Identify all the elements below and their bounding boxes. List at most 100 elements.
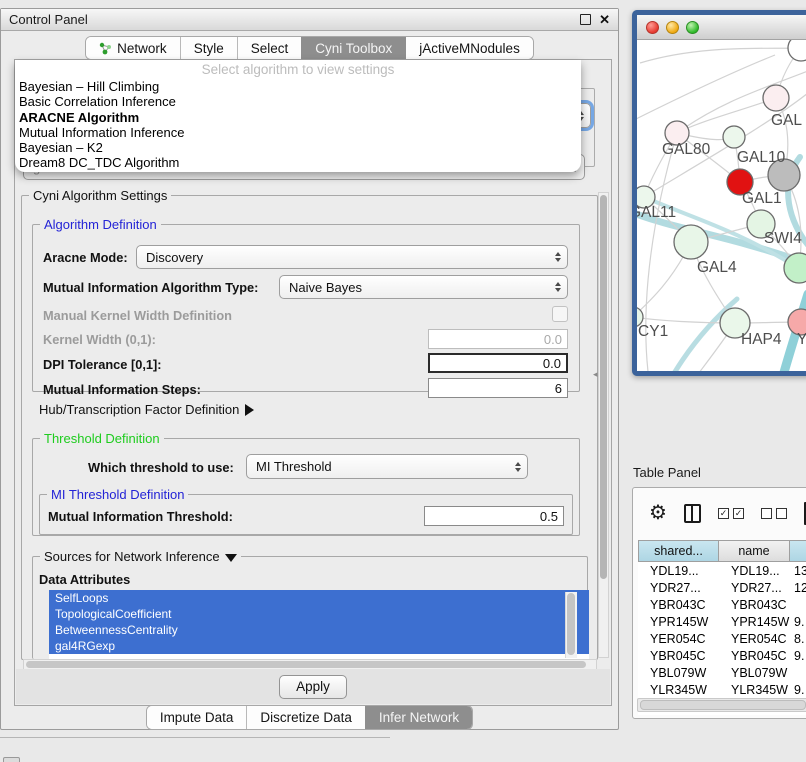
network-node-label: GAL10 — [737, 149, 786, 166]
hub-definition-toggle[interactable]: Hub/Transcription Factor Definition — [39, 402, 254, 417]
dropdown-item-bayesian-k2[interactable]: Bayesian – K2 — [15, 140, 581, 155]
kernel-width-label: Kernel Width (0,1): — [43, 332, 156, 347]
bottom-tab-discretize-data[interactable]: Discretize Data — [246, 706, 365, 729]
aracne-mode-combo[interactable]: Discovery — [136, 245, 568, 269]
data-attributes-list[interactable]: SelfLoopsTopologicalCoefficientBetweenne… — [49, 590, 589, 660]
network-node-label: GAL11 — [637, 204, 676, 221]
network-node[interactable] — [788, 40, 806, 61]
mi-threshold-definition-group: MI Threshold Definition Mutual Informati… — [39, 494, 573, 535]
manual-kernel-width-checkbox[interactable] — [552, 306, 568, 322]
settings-gear-icon[interactable]: ⚙ — [649, 503, 667, 523]
bottom-tab-impute-data[interactable]: Impute Data — [147, 706, 247, 729]
mi-steps-field[interactable] — [428, 378, 568, 398]
bottom-tab-label: Impute Data — [160, 710, 234, 725]
attribute-item-gal4rgexp[interactable]: gal4RGexp — [49, 638, 589, 654]
which-threshold-label: Which threshold to use: — [88, 460, 234, 475]
bottom-tab-label: Discretize Data — [260, 710, 352, 725]
tab-jactivemnodules[interactable]: jActiveMNodules — [405, 37, 533, 59]
float-window-icon[interactable] — [580, 14, 591, 25]
network-view-window: GALGAL80GAL10GAL11GAL1SWI4GAL4GCY1HAP4YH… — [632, 10, 806, 376]
tab-cyni-toolbox[interactable]: Cyni Toolbox — [301, 37, 405, 59]
table-row[interactable]: YER054CYER054C8. — [638, 630, 806, 647]
table-cell: YLR345W — [719, 681, 790, 698]
table-cell: YBR045C — [638, 647, 719, 664]
table-row[interactable]: YPR145WYPR145W9. — [638, 613, 806, 630]
deselect-all-checkbox-icon[interactable] — [761, 508, 787, 519]
collapsed-arrow-icon — [245, 404, 254, 416]
cyni-algorithm-settings-group: Cyni Algorithm Settings Algorithm Defini… — [21, 195, 598, 660]
sources-label-text: Sources for Network Inference — [44, 549, 220, 564]
network-node[interactable] — [674, 225, 708, 259]
table-row[interactable]: YDR27...YDR27...12 — [638, 579, 806, 596]
table-panel: ⚙ ✓✓ shared...nameA YDL19...YDL19...13YD… — [632, 487, 806, 719]
table-toolbar: ⚙ ✓✓ — [633, 488, 806, 538]
network-window-titlebar[interactable] — [637, 15, 806, 40]
column-layout-icon[interactable] — [684, 504, 701, 523]
tab-label: Cyni Toolbox — [315, 41, 392, 56]
network-node-label: GAL1 — [742, 190, 782, 207]
table-cell: 9. — [790, 681, 806, 698]
close-icon[interactable]: ✕ — [599, 15, 610, 25]
dropdown-item-mutual-information-inference[interactable]: Mutual Information Inference — [15, 125, 581, 140]
select-all-checkbox-icon[interactable]: ✓✓ — [718, 508, 744, 519]
attribute-item-selfloops[interactable]: SelfLoops — [49, 590, 589, 606]
network-node-label: GAL — [771, 112, 802, 129]
dropdown-item-dream8-dc-tdc-algorithm[interactable]: Dream8 DC_TDC Algorithm — [15, 155, 581, 170]
network-edge[interactable] — [637, 55, 775, 123]
zoom-traffic-light-icon[interactable] — [686, 21, 699, 34]
table-horizontal-scrollbar[interactable] — [637, 698, 806, 712]
network-node[interactable] — [723, 126, 745, 148]
dropdown-item-aracne-algorithm[interactable]: ARACNE Algorithm — [15, 110, 581, 125]
table-cell: YPR145W — [719, 613, 790, 630]
kernel-width-field[interactable] — [428, 329, 568, 349]
table-row[interactable]: YBL079WYBL079W — [638, 664, 806, 681]
table-row[interactable]: YDL19...YDL19...13 — [638, 562, 806, 579]
attribute-item-betweennesscentrality[interactable]: BetweennessCentrality — [49, 622, 589, 638]
column-header-a[interactable]: A — [790, 540, 806, 562]
sources-label[interactable]: Sources for Network Inference — [40, 549, 241, 564]
attribute-item-topologicalcoefficient[interactable]: TopologicalCoefficient — [49, 606, 589, 622]
network-canvas[interactable]: GALGAL80GAL10GAL11GAL1SWI4GAL4GCY1HAP4YH… — [637, 40, 806, 371]
splitter-collapse-arrow[interactable]: ◂ — [593, 369, 598, 380]
bottom-left-partial-button[interactable] — [3, 757, 20, 762]
dropdown-item-bayesian-hill-climbing[interactable]: Bayesian – Hill Climbing — [15, 79, 581, 94]
column-header-shared[interactable]: shared... — [638, 540, 719, 562]
mi-threshold-field[interactable] — [424, 506, 564, 526]
close-traffic-light-icon[interactable] — [646, 21, 659, 34]
minimize-traffic-light-icon[interactable] — [666, 21, 679, 34]
table-cell — [790, 664, 806, 681]
network-icon — [99, 42, 112, 55]
bottom-divider — [0, 737, 390, 738]
network-edge[interactable] — [640, 48, 801, 63]
threshold-definition-label: Threshold Definition — [40, 431, 164, 446]
table-cell: YBR043C — [638, 596, 719, 613]
column-header-name[interactable]: name — [719, 540, 790, 562]
network-node-label: GAL4 — [697, 259, 737, 276]
cyni-algorithm-settings-label: Cyni Algorithm Settings — [29, 188, 171, 203]
attribute-list-scrollbar[interactable] — [565, 592, 577, 658]
control-panel-titlebar[interactable]: Control Panel ✕ — [1, 9, 618, 31]
sources-group: Sources for Network Inference Data Attri… — [32, 556, 588, 659]
apply-button[interactable]: Apply — [279, 675, 347, 699]
cyni-toolbox-panel: gal-filtered.sif default node Select alg… — [14, 59, 612, 706]
aracne-mode-label: Aracne Mode: — [43, 250, 128, 265]
table-cell: YBL079W — [638, 664, 719, 681]
network-node[interactable] — [763, 85, 789, 111]
table-row[interactable]: YBR043CYBR043C — [638, 596, 806, 613]
mi-algorithm-type-combo[interactable]: Naive Bayes — [279, 275, 568, 299]
tab-label: Select — [251, 41, 289, 56]
table-row[interactable]: YBR045CYBR045C9. — [638, 647, 806, 664]
table-cell: 13 — [790, 562, 806, 579]
tab-select[interactable]: Select — [237, 37, 302, 59]
dpi-tolerance-field[interactable] — [428, 353, 568, 373]
tab-style[interactable]: Style — [180, 37, 237, 59]
dropdown-item-basic-correlation-inference[interactable]: Basic Correlation Inference — [15, 94, 581, 109]
control-panel-window: Control Panel ✕ NetworkStyle Select Cyni T… — [0, 8, 619, 730]
bottom-tab-infer-network[interactable]: Infer Network — [365, 706, 472, 729]
settings-vertical-scrollbar[interactable] — [598, 192, 609, 658]
tab-network[interactable]: Network — [86, 37, 180, 59]
table-row[interactable]: YLR345WYLR345W9. — [638, 681, 806, 698]
mi-algorithm-type-label: Mutual Information Algorithm Type: — [43, 280, 258, 295]
which-threshold-combo[interactable]: MI Threshold — [246, 454, 528, 479]
algorithm-definition-group: Algorithm Definition Aracne Mode: Discov… — [32, 224, 580, 392]
